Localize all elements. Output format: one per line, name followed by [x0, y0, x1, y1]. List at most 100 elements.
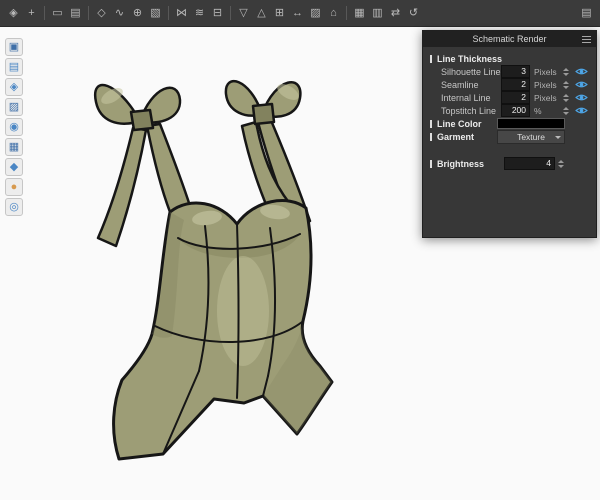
belly-highlight [217, 256, 269, 366]
left-toolbar: ▣ ▤ ◈ ▨ ◉ ▦ ◆ ● ◎ [5, 38, 23, 216]
show-avatar-icon[interactable]: ● [5, 178, 23, 196]
trace-tool-icon[interactable]: ▧ [147, 5, 164, 22]
spin-down-icon[interactable] [562, 72, 569, 76]
right-bow-knot [251, 102, 276, 126]
row-line-color: Line Color [423, 117, 596, 130]
move-tool-icon[interactable]: + [23, 5, 40, 22]
spin-down-icon[interactable] [557, 164, 564, 168]
toolbar-separator [88, 6, 89, 20]
seamline-stepper[interactable] [561, 80, 570, 89]
segment-sewing-tool-icon[interactable]: ⋈ [173, 5, 190, 22]
internal-line-value-input[interactable]: 2 [501, 91, 530, 104]
brightness-stepper[interactable] [556, 159, 565, 168]
show-2d-pattern-icon[interactable]: ▤ [5, 58, 23, 76]
row-silhouette-line: Silhouette Line 3 Pixels [423, 65, 596, 78]
topstitch-line-stepper[interactable] [561, 106, 570, 115]
garment-texture-dropdown[interactable]: Texture [497, 129, 565, 144]
show-seamlines-icon[interactable]: ◈ [5, 78, 23, 96]
row-seamline: Seamline 2 Pixels [423, 78, 596, 91]
line-color-swatch[interactable] [497, 118, 565, 129]
edit-curve-tool-icon[interactable]: ∿ [111, 5, 128, 22]
show-internal-lines-icon[interactable]: ▨ [5, 98, 23, 116]
fabric-layers-icon[interactable]: ▦ [5, 138, 23, 156]
topstitch-line-value-input[interactable]: 200 [501, 104, 530, 117]
section-marker [430, 132, 432, 141]
silhouette-visibility-eye-icon[interactable] [575, 67, 588, 76]
topstitch-line-label: Topstitch Line [441, 105, 497, 116]
notch-tool-icon[interactable]: △ [253, 5, 270, 22]
section-marker [430, 159, 432, 168]
grading-tool-icon[interactable]: ⊞ [271, 5, 288, 22]
show-3d-garment-icon[interactable]: ▣ [5, 38, 23, 56]
paint-texture-icon[interactable]: ◉ [5, 118, 23, 136]
toolbar-options-icon[interactable]: ▤ [578, 5, 595, 22]
panel-menu-icon[interactable] [582, 36, 591, 43]
garment-label: Garment [437, 131, 475, 142]
seamline-label: Seamline [441, 79, 479, 90]
chevron-down-icon [555, 135, 561, 139]
internal-line-visibility-eye-icon[interactable] [575, 93, 588, 102]
free-sewing-tool-icon[interactable]: ≋ [191, 5, 208, 22]
section-marker [430, 119, 432, 128]
row-brightness: Brightness 4 [423, 157, 596, 170]
silhouette-line-label: Silhouette Line [441, 66, 501, 77]
internal-line-unit: Pixels [534, 92, 557, 103]
toolbar-separator [44, 6, 45, 20]
row-topstitch-line: Topstitch Line 200 % [423, 104, 596, 117]
internal-line-stepper[interactable] [561, 93, 570, 102]
panel-title-bar[interactable]: Schematic Render [423, 31, 596, 47]
show-grid-toggle-icon[interactable]: ▦ [351, 5, 368, 22]
panel-title: Schematic Render [472, 34, 547, 44]
schematic-render-panel: Schematic Render Line Thickness Silhouet… [422, 30, 597, 238]
spin-down-icon[interactable] [562, 85, 569, 89]
dart-tool-icon[interactable]: ▽ [235, 5, 252, 22]
section-line-thickness: Line Thickness [423, 52, 596, 65]
spin-up-icon[interactable] [562, 80, 569, 84]
pen-tool-icon[interactable]: ◇ [93, 5, 110, 22]
application-window: { "app": {"background": "#3b3b3b"}, "top… [0, 0, 600, 500]
toolbar-separator [168, 6, 169, 20]
left-bow-strap [145, 122, 192, 214]
measure-tool-icon[interactable]: ↔ [289, 5, 306, 22]
toolbar-separator [230, 6, 231, 20]
row-internal-line: Internal Line 2 Pixels [423, 91, 596, 104]
left-bow-tail [96, 126, 148, 248]
spin-down-icon[interactable] [562, 98, 569, 102]
pin-garment-icon[interactable]: ◆ [5, 158, 23, 176]
toolbar-separator [346, 6, 347, 20]
brightness-label: Brightness [437, 158, 485, 169]
gizmo-tool-icon[interactable]: ◈ [5, 5, 22, 22]
panel-spacer [423, 143, 596, 157]
section-label: Line Thickness [437, 53, 503, 64]
print-layout-tool-icon[interactable]: ⌂ [325, 5, 342, 22]
spin-up-icon[interactable] [562, 67, 569, 71]
silhouette-line-stepper[interactable] [561, 67, 570, 76]
panel-body: Line Thickness Silhouette Line 3 Pixels … [423, 47, 596, 170]
rectangle-select-tool-icon[interactable]: ▭ [49, 5, 66, 22]
garment-texture-value: Texture [517, 131, 545, 142]
show-pattern-toggle-icon[interactable]: ▥ [369, 5, 386, 22]
left-bow-knot [129, 108, 155, 132]
line-color-label: Line Color [437, 118, 482, 129]
section-marker [430, 54, 432, 63]
fabric-texture-tool-icon[interactable]: ▨ [307, 5, 324, 22]
topstitch-visibility-eye-icon[interactable] [575, 106, 588, 115]
render-view-icon[interactable]: ◎ [5, 198, 23, 216]
reset-view-icon[interactable]: ↺ [405, 5, 422, 22]
top-toolbar: ◈ + ▭ ▤ ◇ ∿ ⊕ ▧ ⋈ ≋ ⊟ ▽ △ ⊞ ↔ ▨ ⌂ ▦ ▥ ⇄ ↺ ▤ [0, 0, 600, 27]
spin-up-icon[interactable] [562, 106, 569, 110]
spin-up-icon[interactable] [557, 159, 564, 163]
internal-line-label: Internal Line [441, 92, 491, 103]
spin-up-icon[interactable] [562, 93, 569, 97]
seamline-visibility-eye-icon[interactable] [575, 80, 588, 89]
seamline-value-input[interactable]: 2 [501, 78, 530, 91]
seamline-unit: Pixels [534, 79, 557, 90]
add-point-tool-icon[interactable]: ⊕ [129, 5, 146, 22]
brightness-value-input[interactable]: 4 [504, 157, 555, 170]
detach-sewing-tool-icon[interactable]: ⊟ [209, 5, 226, 22]
sync-view-toggle-icon[interactable]: ⇄ [387, 5, 404, 22]
pattern-select-tool-icon[interactable]: ▤ [67, 5, 84, 22]
spin-down-icon[interactable] [562, 111, 569, 115]
silhouette-line-unit: Pixels [534, 66, 557, 77]
silhouette-line-value-input[interactable]: 3 [501, 65, 530, 78]
